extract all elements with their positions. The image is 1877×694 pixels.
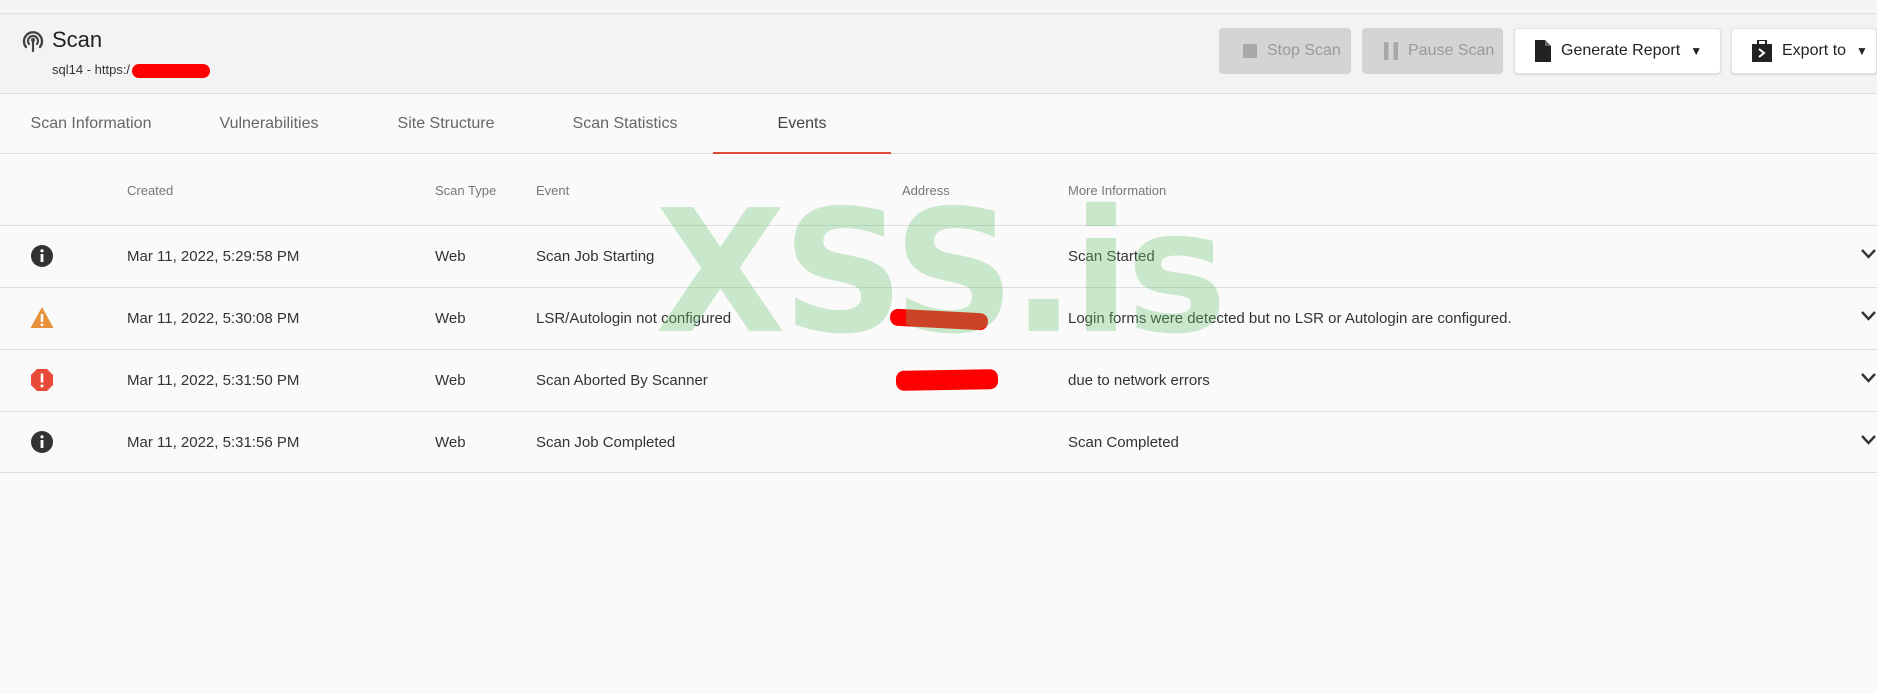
created-cell: Mar 11, 2022, 5:30:08 PM [127,310,300,327]
scan-type-cell: Web [435,434,466,451]
scan-radar-icon [22,31,44,53]
caret-down-icon: ▼ [1856,44,1868,58]
scan-type-cell: Web [435,248,466,265]
export-to-button[interactable]: Export to ▼ [1731,28,1877,74]
column-header-created[interactable]: Created [127,183,173,198]
page-header: Scan sql14 - https:/ Stop Scan Pause Sca… [0,14,1877,94]
more-info-cell: Scan Completed [1068,434,1179,451]
chevron-down-icon[interactable] [1860,434,1877,446]
redacted-address-mark [895,369,999,391]
tab-vulnerabilities[interactable]: Vulnerabilities [200,94,338,154]
tab-scan-statistics[interactable]: Scan Statistics [560,94,690,154]
column-header-address[interactable]: Address [902,183,950,198]
page-title: Scan [52,27,103,52]
export-to-label: Export to [1782,42,1847,59]
column-header-more-information[interactable]: More Information [1068,183,1166,198]
pause-scan-label: Pause Scan [1408,42,1495,59]
column-header-scan-type[interactable]: Scan Type [435,183,496,198]
browser-top-edge [0,0,1877,14]
column-header-event[interactable]: Event [536,183,569,198]
caret-down-icon: ▼ [1690,44,1703,58]
table-row[interactable]: Mar 11, 2022, 5:31:50 PM Web Scan Aborte… [0,349,1877,411]
event-cell: Scan Aborted By Scanner [536,372,708,389]
pause-scan-button[interactable]: Pause Scan [1362,28,1503,74]
event-cell: Scan Job Completed [536,434,676,451]
chevron-down-icon[interactable] [1860,372,1877,384]
scan-target-text: sql14 - https:/ [52,62,131,77]
table-row[interactable]: Mar 11, 2022, 5:31:56 PM Web Scan Job Co… [0,411,1877,473]
stop-scan-button[interactable]: Stop Scan [1219,28,1351,74]
more-info-cell: Login forms were detected but no LSR or … [1068,310,1512,327]
error-icon [31,369,53,391]
event-cell: Scan Job Starting [536,248,655,265]
info-icon [31,245,53,267]
event-cell: LSR/Autologin not configured [536,310,732,327]
scan-target-subtitle: sql14 - https:/ [52,62,211,78]
redacted-url-mark [132,63,211,78]
created-cell: Mar 11, 2022, 5:29:58 PM [127,248,300,265]
stop-scan-label: Stop Scan [1267,42,1341,59]
tab-events[interactable]: Events [713,94,891,154]
scan-type-cell: Web [435,310,466,327]
more-info-cell: due to network errors [1068,372,1210,389]
scan-type-cell: Web [435,372,466,389]
export-briefcase-icon [1752,40,1772,62]
created-cell: Mar 11, 2022, 5:31:56 PM [127,434,300,451]
more-info-cell: Scan Started [1068,248,1155,265]
pause-icon [1384,42,1398,60]
app-window: Scan sql14 - https:/ Stop Scan Pause Sca… [0,0,1877,694]
redacted-address-mark [889,308,989,331]
generate-report-button[interactable]: Generate Report ▼ [1514,28,1721,74]
events-table: Mar 11, 2022, 5:29:58 PM Web Scan Job St… [0,225,1877,473]
chevron-down-icon[interactable] [1860,248,1877,260]
table-row[interactable]: Mar 11, 2022, 5:29:58 PM Web Scan Job St… [0,225,1877,287]
tab-site-structure[interactable]: Site Structure [385,94,507,154]
tab-scan-information[interactable]: Scan Information [20,94,162,154]
stop-icon [1243,44,1257,58]
scan-tabs: Scan Information Vulnerabilities Site St… [0,94,1877,154]
table-row[interactable]: Mar 11, 2022, 5:30:08 PM Web LSR/Autolog… [0,287,1877,349]
created-cell: Mar 11, 2022, 5:31:50 PM [127,372,300,389]
warning-icon [30,307,54,328]
chevron-down-icon[interactable] [1860,310,1877,322]
generate-report-label: Generate Report [1561,42,1681,59]
info-icon [31,431,53,453]
document-icon [1535,40,1551,62]
